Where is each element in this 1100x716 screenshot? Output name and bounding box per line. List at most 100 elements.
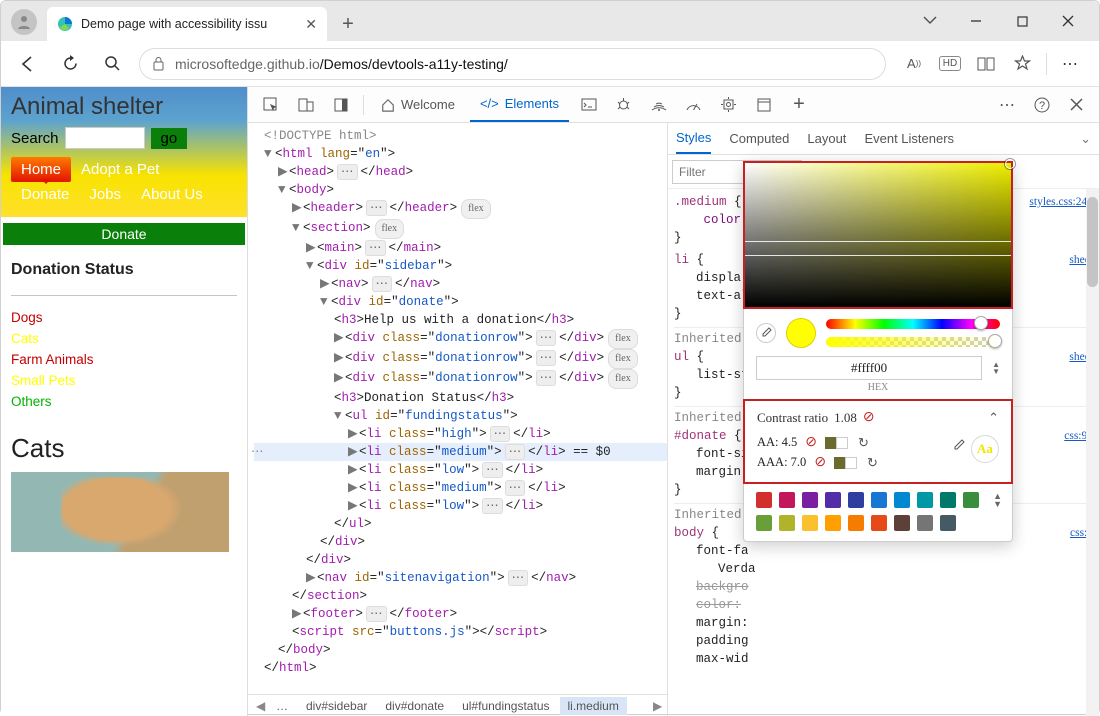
minimize-button[interactable] [953, 5, 999, 37]
url-field[interactable]: microsoftedge.github.io/Demos/devtools-a… [139, 48, 886, 80]
hue-slider[interactable] [826, 319, 1000, 329]
close-tab-icon[interactable]: ✕ [305, 16, 317, 33]
performance-tab-icon[interactable] [679, 91, 709, 119]
refresh-button[interactable] [55, 49, 85, 79]
back-button[interactable] [13, 49, 43, 79]
palette-swatch[interactable] [779, 515, 795, 531]
reload-aaa-icon[interactable]: ↻ [867, 455, 878, 471]
svg-text:?: ? [1039, 100, 1045, 112]
more-button[interactable]: ⋯ [1055, 48, 1087, 80]
palette-swatch[interactable] [848, 515, 864, 531]
styles-tab-layout[interactable]: Layout [807, 131, 846, 146]
styles-tab-events[interactable]: Event Listeners [864, 131, 954, 146]
status-dogs: Dogs [11, 310, 237, 325]
devtools-help-button[interactable]: ? [1027, 91, 1057, 119]
hex-label: HEX [744, 382, 1012, 393]
alpha-slider[interactable] [826, 337, 1000, 347]
profile-avatar[interactable] [11, 9, 37, 35]
palette-swatch[interactable] [825, 492, 841, 508]
eyedropper-button[interactable] [756, 323, 776, 343]
palette-swatch[interactable] [871, 492, 887, 508]
nav-about[interactable]: About Us [131, 182, 213, 207]
status-others: Others [11, 394, 237, 409]
web-page: Animal shelter Search go Home Adopt a Pe… [1, 87, 247, 716]
palette-swatch[interactable] [871, 515, 887, 531]
tab-welcome[interactable]: Welcome [371, 87, 465, 122]
styles-tabs: Styles Computed Layout Event Listeners ⌄ [668, 123, 1099, 155]
donate-button[interactable]: Donate [3, 223, 245, 245]
palette-swatch[interactable] [756, 515, 772, 531]
fail-icon: ⊘ [863, 409, 875, 426]
palette-swatch[interactable] [917, 492, 933, 508]
favorite-button[interactable] [1006, 48, 1038, 80]
maximize-button[interactable] [999, 5, 1045, 37]
devtools-close-button[interactable] [1061, 91, 1091, 119]
palette-swatch[interactable] [802, 515, 818, 531]
elements-tree[interactable]: <!DOCTYPE html> ▼<html lang="en"> ▶<head… [248, 123, 668, 716]
nav-jobs[interactable]: Jobs [79, 182, 131, 207]
current-color-swatch [786, 318, 816, 348]
go-button[interactable]: go [151, 128, 188, 149]
format-toggle[interactable]: ▲▼ [992, 361, 1000, 375]
address-bar: microsoftedge.github.io/Demos/devtools-a… [1, 41, 1099, 87]
palette-swatch[interactable] [825, 515, 841, 531]
nav-home[interactable]: Home [11, 157, 71, 182]
device-toggle[interactable] [291, 91, 321, 119]
saturation-value-canvas[interactable] [743, 161, 1013, 309]
memory-tab-icon[interactable] [714, 91, 744, 119]
contrast-section: Contrast ratio 1.08 ⊘ ⌃ AA: 4.5⊘↻ AAA: 7… [743, 399, 1013, 484]
application-tab-icon[interactable] [749, 91, 779, 119]
more-tabs-button[interactable]: + [784, 91, 814, 119]
search-input[interactable] [65, 127, 145, 149]
styles-tab-styles[interactable]: Styles [676, 123, 711, 154]
reading-list-button[interactable] [970, 48, 1002, 80]
bg-eyedropper-icon[interactable] [952, 439, 965, 452]
network-tab-icon[interactable] [644, 91, 674, 119]
color-picker[interactable]: #ffff00 ▲▼ HEX Contrast ratio 1.08 ⊘ ⌃ A… [743, 161, 1013, 542]
palette-swatch[interactable] [940, 515, 956, 531]
breadcrumb[interactable]: ◀ … div#sidebar div#donate ul#fundingsta… [248, 694, 667, 716]
status-pets: Small Pets [11, 373, 237, 388]
search-button[interactable] [97, 49, 127, 79]
tab-title: Demo page with accessibility issu [81, 17, 297, 31]
styles-tab-computed[interactable]: Computed [729, 131, 789, 146]
palette-swatch[interactable] [940, 492, 956, 508]
page-title: Animal shelter [11, 93, 237, 121]
palette-swatch[interactable] [894, 492, 910, 508]
hd-button[interactable]: HD [934, 48, 966, 80]
palette-swatch[interactable] [802, 492, 818, 508]
nav-adopt[interactable]: Adopt a Pet [71, 157, 169, 182]
tab-actions-button[interactable] [907, 5, 953, 37]
collapse-icon[interactable]: ⌃ [988, 410, 999, 426]
hex-input[interactable]: #ffff00 [756, 356, 982, 380]
status-farm: Farm Animals [11, 352, 237, 367]
new-tab-button[interactable]: + [333, 9, 363, 39]
styles-pane: Styles Computed Layout Event Listeners ⌄… [668, 123, 1099, 716]
status-cats: Cats [11, 331, 237, 346]
cats-heading: Cats [11, 433, 237, 464]
palette-swatch[interactable] [848, 492, 864, 508]
console-tab-icon[interactable] [574, 91, 604, 119]
lock-icon [152, 56, 165, 71]
close-window-button[interactable] [1045, 5, 1091, 37]
inspect-button[interactable] [256, 91, 286, 119]
styles-more-icon[interactable]: ⌄ [1080, 131, 1091, 147]
color-palette[interactable]: ▲▼ [744, 484, 1012, 541]
devtools-more-button[interactable]: ⋯ [993, 91, 1023, 119]
debug-tab-icon[interactable] [609, 91, 639, 119]
palette-swatch[interactable] [963, 492, 979, 508]
palette-swatch[interactable] [779, 492, 795, 508]
search-label: Search [11, 130, 59, 147]
browser-tab[interactable]: Demo page with accessibility issu ✕ [47, 7, 327, 41]
tab-elements[interactable]: </>Elements [470, 87, 569, 122]
scrollbar[interactable] [1086, 189, 1099, 716]
window-titlebar: Demo page with accessibility issu ✕ + [1, 1, 1099, 41]
dock-button[interactable] [326, 91, 356, 119]
palette-switch[interactable]: ▲▼ [993, 492, 1002, 508]
edge-icon [57, 16, 73, 32]
palette-swatch[interactable] [917, 515, 933, 531]
palette-swatch[interactable] [894, 515, 910, 531]
palette-swatch[interactable] [756, 492, 772, 508]
read-aloud-button[interactable]: A)) [898, 48, 930, 80]
reload-aa-icon[interactable]: ↻ [858, 435, 869, 451]
